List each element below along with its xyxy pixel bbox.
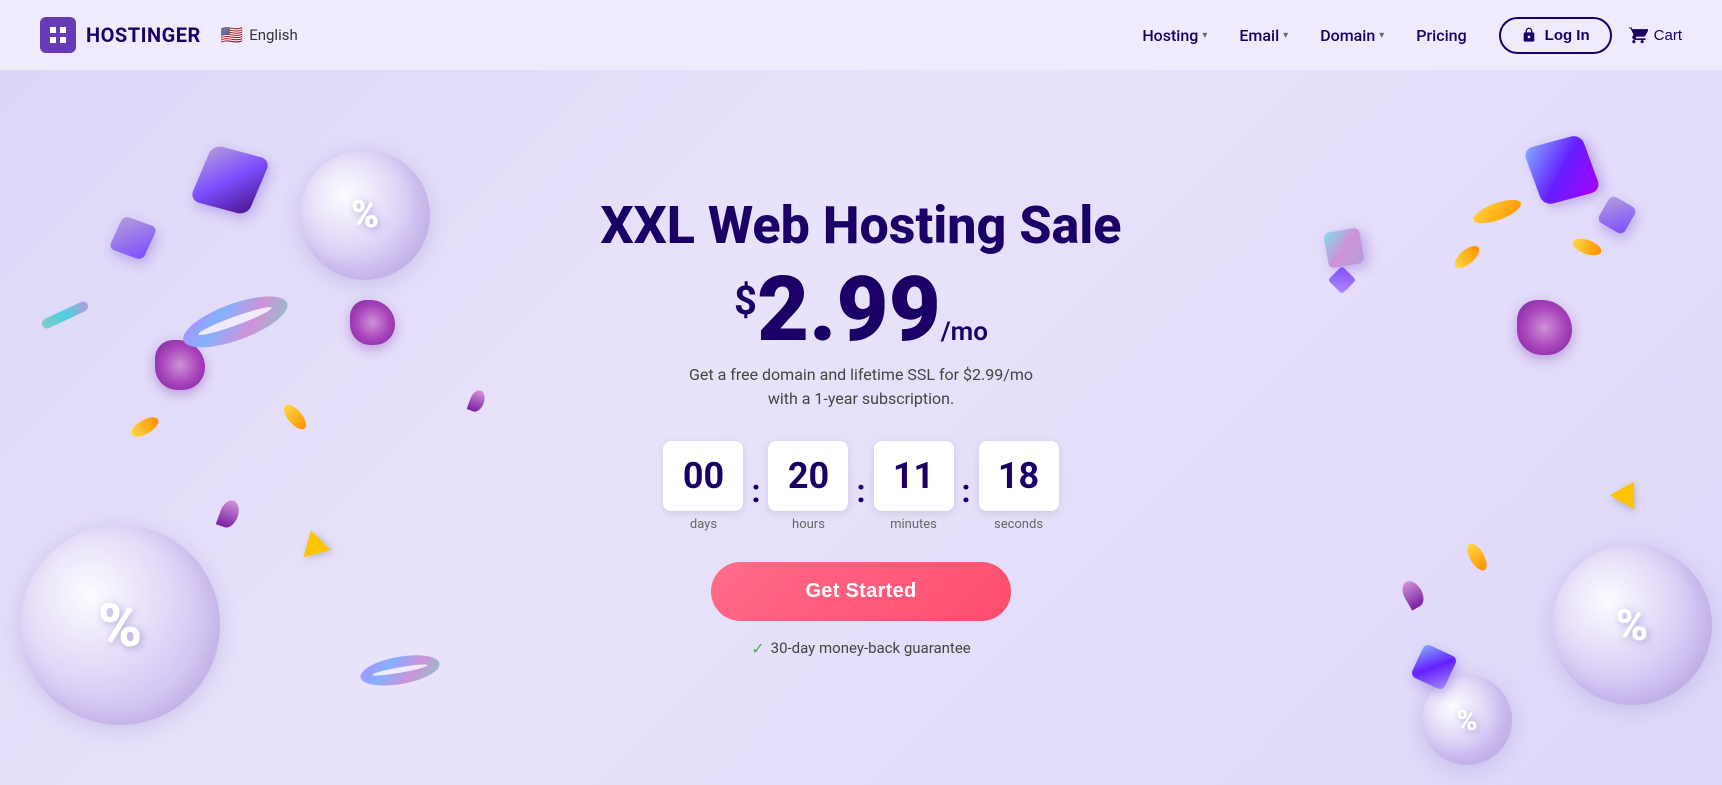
lang-label: English bbox=[249, 26, 298, 44]
cart-button[interactable]: Cart bbox=[1628, 25, 1682, 45]
get-started-button[interactable]: Get Started bbox=[711, 562, 1011, 621]
petal-gold-2 bbox=[280, 410, 310, 424]
price-symbol: $ bbox=[734, 281, 757, 321]
hero-title: XXL Web Hosting Sale bbox=[601, 197, 1122, 254]
countdown-days: 00 days bbox=[663, 441, 743, 532]
check-icon: ✓ bbox=[751, 639, 764, 658]
petal-gold-1 bbox=[130, 420, 160, 434]
petal-gold-right-3 bbox=[1462, 550, 1492, 564]
days-value: 00 bbox=[663, 441, 743, 511]
cube-right-2 bbox=[1416, 649, 1452, 685]
hero-subtitle: Get a free domain and lifetime SSL for $… bbox=[601, 363, 1122, 411]
countdown-minutes: 11 minutes bbox=[874, 441, 954, 532]
guarantee-text: ✓ 30-day money-back guarantee bbox=[601, 639, 1122, 658]
seconds-label: seconds bbox=[994, 517, 1043, 532]
triangle-left bbox=[300, 530, 328, 554]
petal-gold-right-2 bbox=[1572, 240, 1602, 254]
triangle-right bbox=[1614, 480, 1642, 504]
orb-percent-right-small: % bbox=[1422, 675, 1512, 765]
login-button[interactable]: Log In bbox=[1499, 17, 1612, 54]
nav-email[interactable]: Email ▾ bbox=[1239, 26, 1288, 45]
countdown-sep-3: : bbox=[954, 472, 979, 510]
navbar-right: Hosting ▾ Email ▾ Domain ▾ Pricing Log I… bbox=[1142, 17, 1682, 54]
cart-icon bbox=[1628, 25, 1648, 45]
cube-purple-left-2 bbox=[115, 220, 151, 256]
language-selector[interactable]: 🇺🇸 English bbox=[221, 25, 298, 46]
blue-bar-left bbox=[40, 310, 90, 320]
chevron-down-icon: ▾ bbox=[1379, 30, 1384, 41]
chevron-down-icon: ▾ bbox=[1283, 30, 1288, 41]
ring-left-1 bbox=[180, 300, 290, 342]
logo-icon bbox=[40, 17, 76, 53]
orb-percent-large-left: % bbox=[20, 525, 220, 725]
navbar: HOSTINGER 🇺🇸 English Hosting ▾ Email ▾ D… bbox=[0, 0, 1722, 70]
rose-right-1 bbox=[1517, 300, 1572, 355]
leaf-petal-right bbox=[1404, 580, 1422, 608]
minutes-label: minutes bbox=[890, 517, 937, 532]
price-value: 2.99 bbox=[757, 257, 941, 362]
nav-pricing[interactable]: Pricing bbox=[1416, 26, 1466, 45]
cube-right-1 bbox=[1532, 140, 1592, 200]
hours-label: hours bbox=[792, 517, 825, 532]
petal-gold-right-1 bbox=[1452, 250, 1482, 264]
hostinger-logo-svg bbox=[46, 23, 70, 47]
orb-percent-right-1: % bbox=[1552, 545, 1712, 705]
seconds-value: 18 bbox=[979, 441, 1059, 511]
days-label: days bbox=[690, 517, 717, 532]
nav-actions: Log In Cart bbox=[1499, 17, 1682, 54]
logo-text: HOSTINGER bbox=[86, 23, 201, 47]
navbar-left: HOSTINGER 🇺🇸 English bbox=[40, 17, 298, 53]
flag-icon: 🇺🇸 bbox=[221, 25, 243, 46]
ring-left-2 bbox=[360, 655, 440, 685]
cube-purple-left-1 bbox=[200, 150, 260, 210]
hero-price: $2.99/mo bbox=[601, 265, 1122, 355]
countdown-sep-1: : bbox=[743, 472, 768, 510]
hero-content: XXL Web Hosting Sale $2.99/mo Get a free… bbox=[601, 197, 1122, 657]
countdown-seconds: 18 seconds bbox=[979, 441, 1059, 532]
nav-hosting[interactable]: Hosting ▾ bbox=[1142, 26, 1207, 45]
chevron-down-icon: ▾ bbox=[1202, 30, 1207, 41]
minutes-value: 11 bbox=[874, 441, 954, 511]
leaf-petal-left bbox=[220, 500, 238, 528]
price-period: /mo bbox=[941, 317, 988, 347]
countdown-sep-2: : bbox=[848, 472, 873, 510]
hero-section: % % % % bbox=[0, 70, 1722, 785]
cube-right-small bbox=[1602, 200, 1632, 230]
rose-left-2 bbox=[350, 300, 395, 345]
lock-icon bbox=[1521, 27, 1537, 43]
cube-right-3 bbox=[1326, 230, 1362, 266]
hours-value: 20 bbox=[768, 441, 848, 511]
nav-domain[interactable]: Domain ▾ bbox=[1320, 26, 1384, 45]
countdown-hours: 20 hours bbox=[768, 441, 848, 532]
logo[interactable]: HOSTINGER bbox=[40, 17, 201, 53]
diamond-right bbox=[1332, 270, 1352, 290]
gold-disc-right bbox=[1472, 200, 1522, 222]
leaf-small-left bbox=[470, 390, 484, 412]
orb-percent-mid-left: % bbox=[300, 150, 430, 280]
countdown-timer: 00 days : 20 hours : 11 minutes : 18 sec… bbox=[601, 441, 1122, 532]
